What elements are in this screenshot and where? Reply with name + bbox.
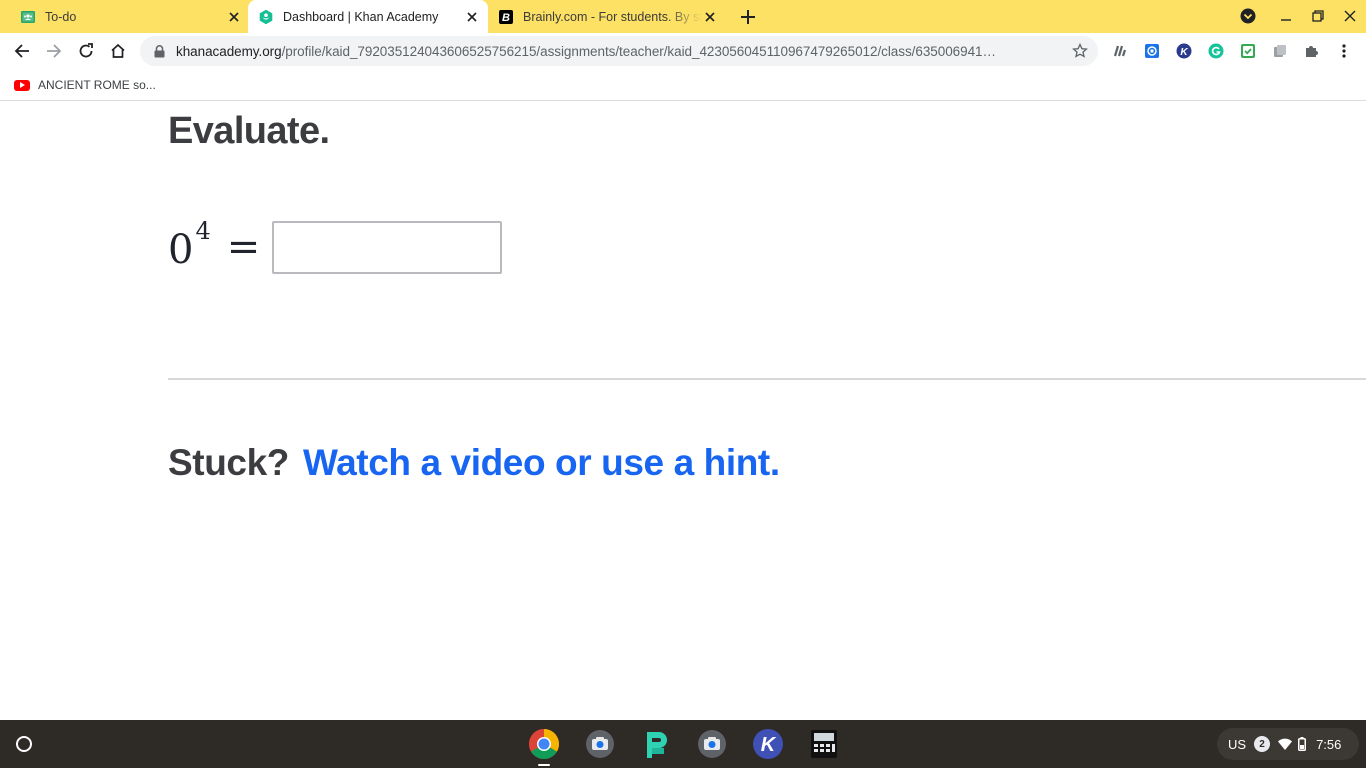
grammarly-icon[interactable] [1206, 41, 1226, 61]
calculator-icon[interactable] [806, 726, 842, 762]
restore-icon [1312, 10, 1324, 22]
browser-toolbar: khanacademy.org/profile/kaid_79203512404… [0, 33, 1366, 69]
bookmarks-bar: ANCIENT ROME so... [0, 69, 1366, 101]
close-window-button[interactable] [1337, 4, 1363, 28]
tab-title: To-do [45, 9, 77, 24]
tab-brainly[interactable]: B Brainly.com - For students. By student… [488, 0, 726, 33]
svg-text:B: B [502, 12, 510, 24]
answer-input[interactable] [272, 220, 503, 274]
extension-green-icon[interactable] [1238, 41, 1258, 61]
clock: 7:56 [1316, 736, 1342, 752]
plus-icon [741, 10, 755, 24]
question-heading: Evaluate. [168, 110, 330, 152]
tab-strip: To-do Dashboard | Khan Academy B Brainly… [0, 0, 1366, 33]
tab-title: Dashboard | Khan Academy [283, 9, 439, 24]
bookmark-label: ANCIENT ROME so... [38, 78, 156, 92]
home-icon [111, 43, 125, 58]
svg-text:K: K [761, 734, 777, 756]
chevron-down-circle-icon [1240, 8, 1256, 24]
extension-blue-icon[interactable] [1142, 41, 1162, 61]
brainly-icon: B [498, 9, 514, 25]
hint-section: Stuck? Watch a video or use a hint. [168, 442, 780, 484]
youtube-icon [14, 79, 30, 91]
forward-button[interactable] [40, 37, 68, 65]
equation-base: 0 [168, 227, 194, 273]
notification-count: 2 [1254, 736, 1271, 752]
minimize-icon [1281, 19, 1291, 21]
url-host: khanacademy.org [176, 43, 282, 59]
khan-academy-icon [258, 9, 274, 25]
back-button[interactable] [8, 37, 36, 65]
tab-todo[interactable]: To-do [12, 0, 248, 33]
svg-text:K: K [1180, 47, 1188, 58]
url-path: /profile/kaid_792035124043606525756215/a… [281, 43, 996, 59]
status-tray[interactable]: US 2 7:56 [1217, 728, 1359, 760]
battery-icon [1298, 737, 1307, 751]
close-icon [1344, 10, 1356, 22]
camera-icon[interactable] [582, 726, 618, 762]
restore-button[interactable] [1305, 4, 1331, 28]
launcher-circle-icon [16, 736, 32, 752]
reload-icon [79, 43, 93, 58]
running-indicator [538, 764, 550, 766]
arrow-right-icon [47, 44, 62, 58]
bookmark-item[interactable]: ANCIENT ROME so... [14, 76, 156, 94]
extension-gray-icon[interactable] [1270, 41, 1290, 61]
kami-icon[interactable]: K [750, 726, 786, 762]
tab-search-button[interactable] [1235, 4, 1261, 28]
reload-button[interactable] [72, 37, 100, 65]
home-button[interactable] [104, 37, 132, 65]
close-icon[interactable] [226, 9, 242, 25]
close-icon[interactable] [464, 9, 480, 25]
stuck-label: Stuck? [168, 442, 289, 483]
os-shelf: K US 2 7:56 [0, 720, 1366, 768]
google-classroom-icon [20, 9, 36, 25]
minimize-button[interactable] [1273, 4, 1299, 28]
input-language: US [1228, 736, 1247, 752]
kebab-menu-icon[interactable] [1334, 41, 1354, 61]
camera-icon[interactable] [694, 726, 730, 762]
wifi-icon [1278, 738, 1293, 750]
arrow-left-icon [14, 44, 29, 58]
extension-k-icon[interactable]: K [1174, 41, 1194, 61]
close-icon[interactable] [702, 9, 718, 25]
hint-link[interactable]: Watch a video or use a hint. [303, 442, 780, 484]
puzzle-icon[interactable] [1302, 41, 1322, 61]
pear-deck-icon[interactable] [638, 726, 674, 762]
lock-icon [152, 44, 166, 58]
bookmark-star-icon[interactable] [1070, 41, 1090, 61]
chrome-icon[interactable] [526, 726, 562, 762]
tab-separator [487, 9, 488, 25]
launcher-button[interactable] [8, 728, 40, 760]
divider [168, 378, 1366, 380]
equation: 0 4 = [168, 217, 503, 274]
page-content: Evaluate. 0 4 = Stuck? Watch a video or … [0, 102, 1366, 720]
address-bar[interactable]: khanacademy.org/profile/kaid_79203512404… [140, 36, 1098, 66]
equals-sign: = [226, 224, 261, 270]
tab-khan-academy[interactable]: Dashboard | Khan Academy [248, 0, 488, 33]
tab-title: Brainly.com - For students. By students. [523, 9, 702, 24]
new-tab-button[interactable] [736, 5, 760, 29]
equation-exponent: 4 [195, 217, 211, 245]
extension-generic-icon[interactable] [1110, 41, 1130, 61]
url-text: khanacademy.org/profile/kaid_79203512404… [176, 44, 1070, 59]
